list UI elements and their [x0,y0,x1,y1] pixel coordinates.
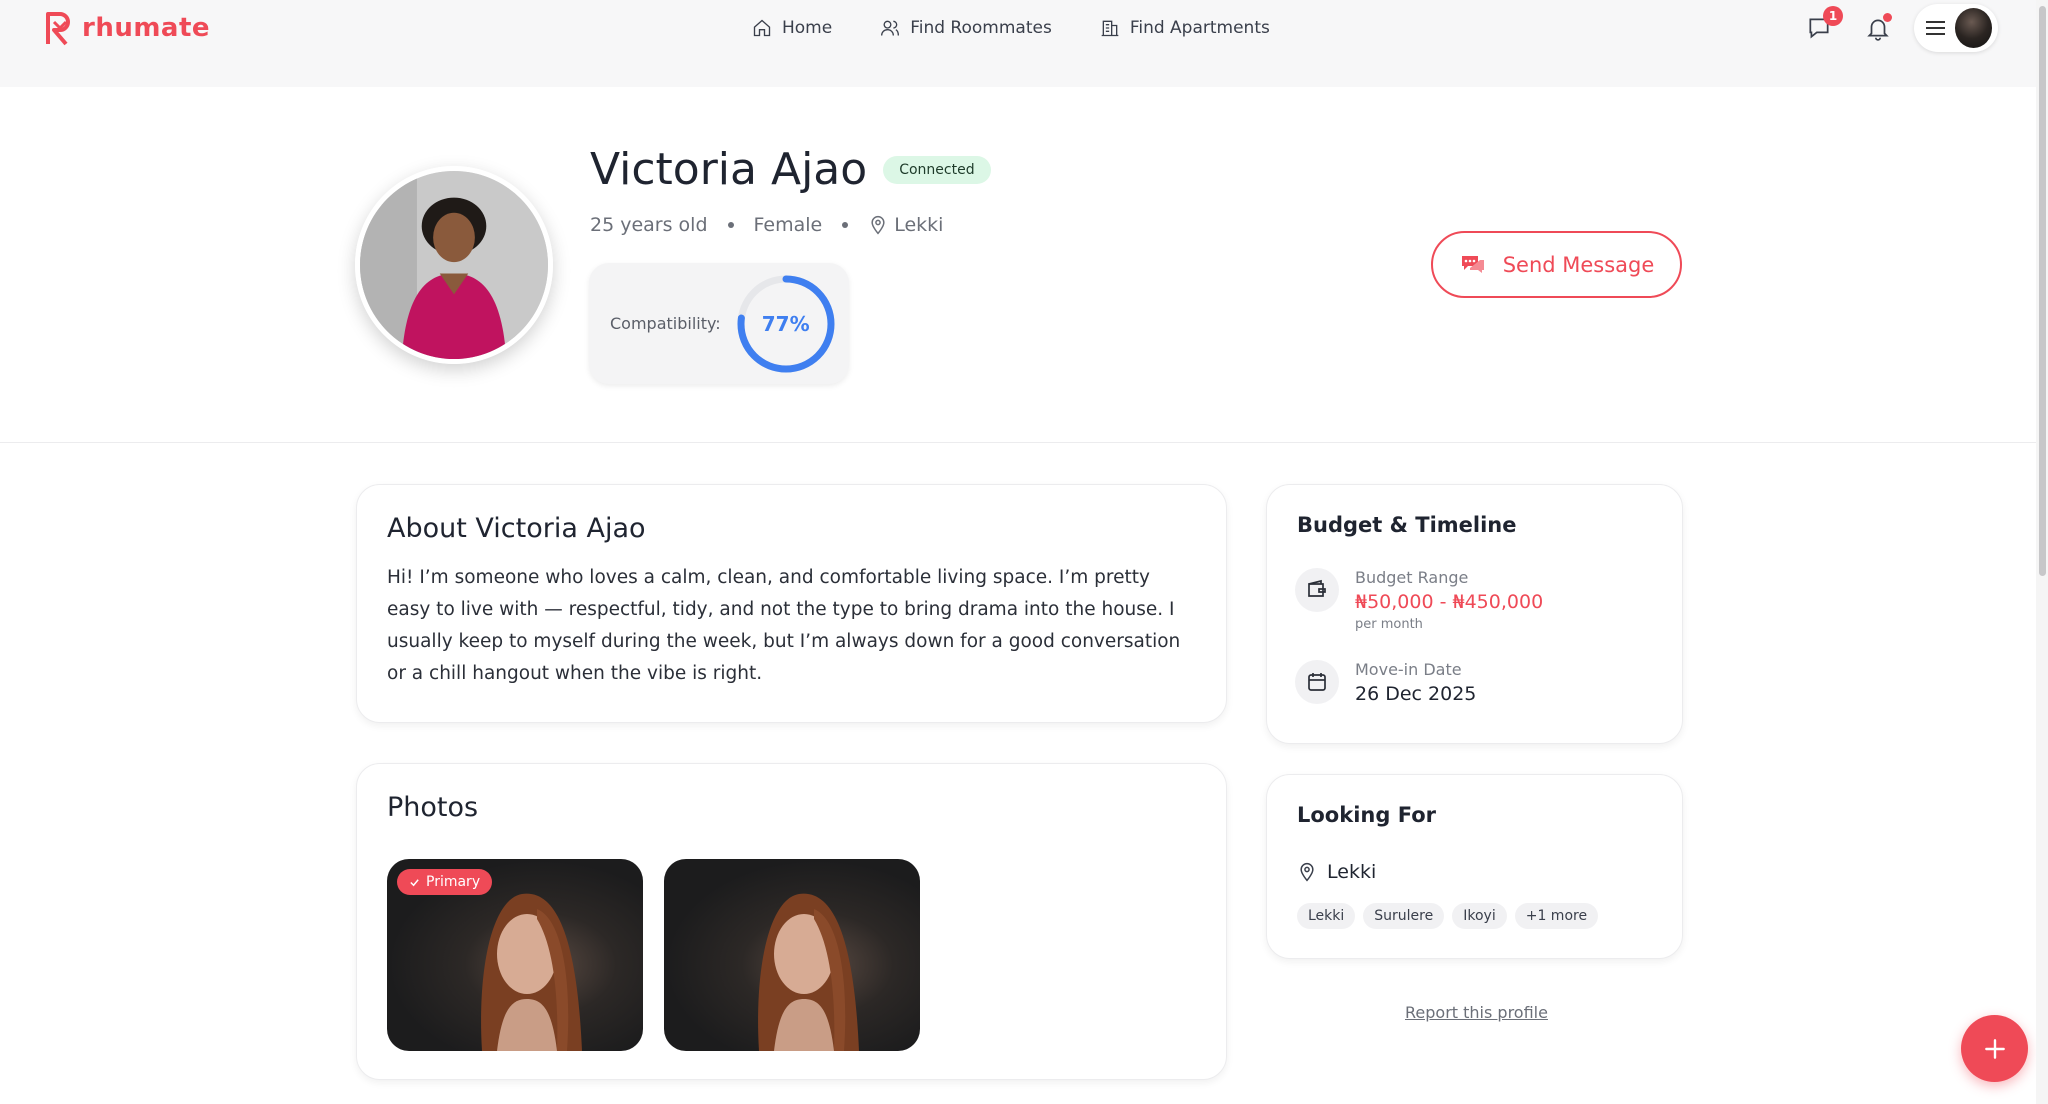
profile-age: 25 years old [590,214,708,236]
budget-range-label: Budget Range [1355,568,1469,587]
page-scrollbar[interactable] [2036,0,2048,1104]
separator-dot [842,222,849,228]
connection-status-badge: Connected [883,155,991,184]
nav-link-home[interactable]: Home [752,14,832,42]
location-chip: Lekki [1297,903,1356,929]
scrollbar-thumb[interactable] [2039,6,2046,576]
more-locations-chip[interactable]: +1 more [1514,903,1599,929]
compatibility-value: 77% [761,311,810,336]
menu-icon [1926,21,1945,35]
budget-range-value: ₦50,000 - ₦450,000 [1355,591,1544,613]
chat-bubbles-icon [1461,255,1484,273]
profile-name: Victoria Ajao [590,144,868,195]
about-card: About Victoria Ajao Hi! I’m someone who … [356,484,1227,723]
user-menu-button[interactable] [1914,4,1998,52]
primary-label: Primary [426,874,481,890]
photo-thumbnail[interactable] [664,859,920,1051]
add-fab-button[interactable] [1961,1015,2028,1082]
logo-text: rhumate [82,13,211,43]
separator-dot [727,222,734,228]
location-chip: Surulere [1363,903,1445,929]
plus-icon [1984,1038,2005,1059]
name-row: Victoria Ajao Connected [590,144,991,195]
movein-row: Move-in Date 26 Dec 2025 [1295,660,1476,705]
photo-image [758,893,859,1051]
profile-photo [360,171,548,359]
report-profile-link[interactable]: Report this profile [1405,1003,1548,1022]
about-text: Hi! I’m someone who loves a calm, clean,… [387,567,1181,684]
calendar-icon [1295,660,1339,704]
messages-badge: 1 [1823,6,1843,26]
nav-link-label: Find Apartments [1129,18,1270,38]
check-icon [410,878,419,886]
notifications-button[interactable] [1860,10,1896,46]
primary-photo-badge: Primary [397,869,493,895]
nav-links: Home Find Roommates Find Apartments [752,14,1270,42]
top-navbar: rhumate Home Find Roommates Find Apartme… [0,0,2048,87]
location-chip: Ikoyi [1452,903,1507,929]
budget-range-row: Budget Range ₦50,000 - ₦450,000 per mont… [1295,568,1543,632]
users-icon [881,20,900,36]
budget-range-sub: per month [1355,617,1423,632]
profile-meta: 25 years old Female Lekki [590,214,943,236]
compatibility-label: Compatibility: [610,314,721,333]
photos-title: Photos [387,792,479,823]
home-icon [753,19,771,37]
movein-value: 26 Dec 2025 [1355,683,1477,705]
looking-for-card: Looking For Lekki Lekki Surulere Ikoyi +… [1266,774,1683,959]
logo[interactable]: rhumate [44,10,210,46]
profile-location: Lekki [868,214,943,236]
looking-for-title: Looking For [1297,803,1436,827]
location-pin-icon [871,215,885,235]
preferred-location-text: Lekki [1327,861,1377,883]
location-pin-icon [1300,862,1314,882]
profile-location-text: Lekki [894,214,944,236]
wallet-icon [1295,568,1339,612]
photo-thumbnail[interactable]: Primary [387,859,643,1051]
logo-icon [46,12,70,46]
send-message-label: Send Message [1502,252,1655,277]
send-message-button[interactable]: Send Message [1431,231,1682,298]
messages-button[interactable]: 1 [1801,6,1843,46]
location-chips: Lekki Surulere Ikoyi +1 more [1297,903,1599,929]
nav-link-find-roommates[interactable]: Find Roommates [880,14,1052,42]
building-icon [1101,20,1119,37]
preferred-location: Lekki [1297,861,1376,883]
profile-gender: Female [753,214,823,236]
compatibility-card: Compatibility: 77% [589,263,849,384]
budget-timeline-card: Budget & Timeline Budget Range ₦50,000 -… [1266,484,1683,744]
nav-link-find-apartments[interactable]: Find Apartments [1100,14,1270,42]
photo-gallery: Primary [387,859,920,1051]
photos-card: Photos Primary [356,763,1227,1080]
nav-link-label: Home [782,18,833,38]
budget-title: Budget & Timeline [1297,513,1517,537]
movein-label: Move-in Date [1355,660,1462,679]
notification-dot [1883,13,1892,22]
compatibility-ring: 77% [735,273,837,375]
nav-link-label: Find Roommates [910,18,1052,38]
profile-header: Victoria Ajao Connected 25 years old Fem… [0,87,2048,443]
profile-avatar [355,166,553,364]
user-avatar [1954,8,1992,48]
about-title: About Victoria Ajao [387,513,646,544]
